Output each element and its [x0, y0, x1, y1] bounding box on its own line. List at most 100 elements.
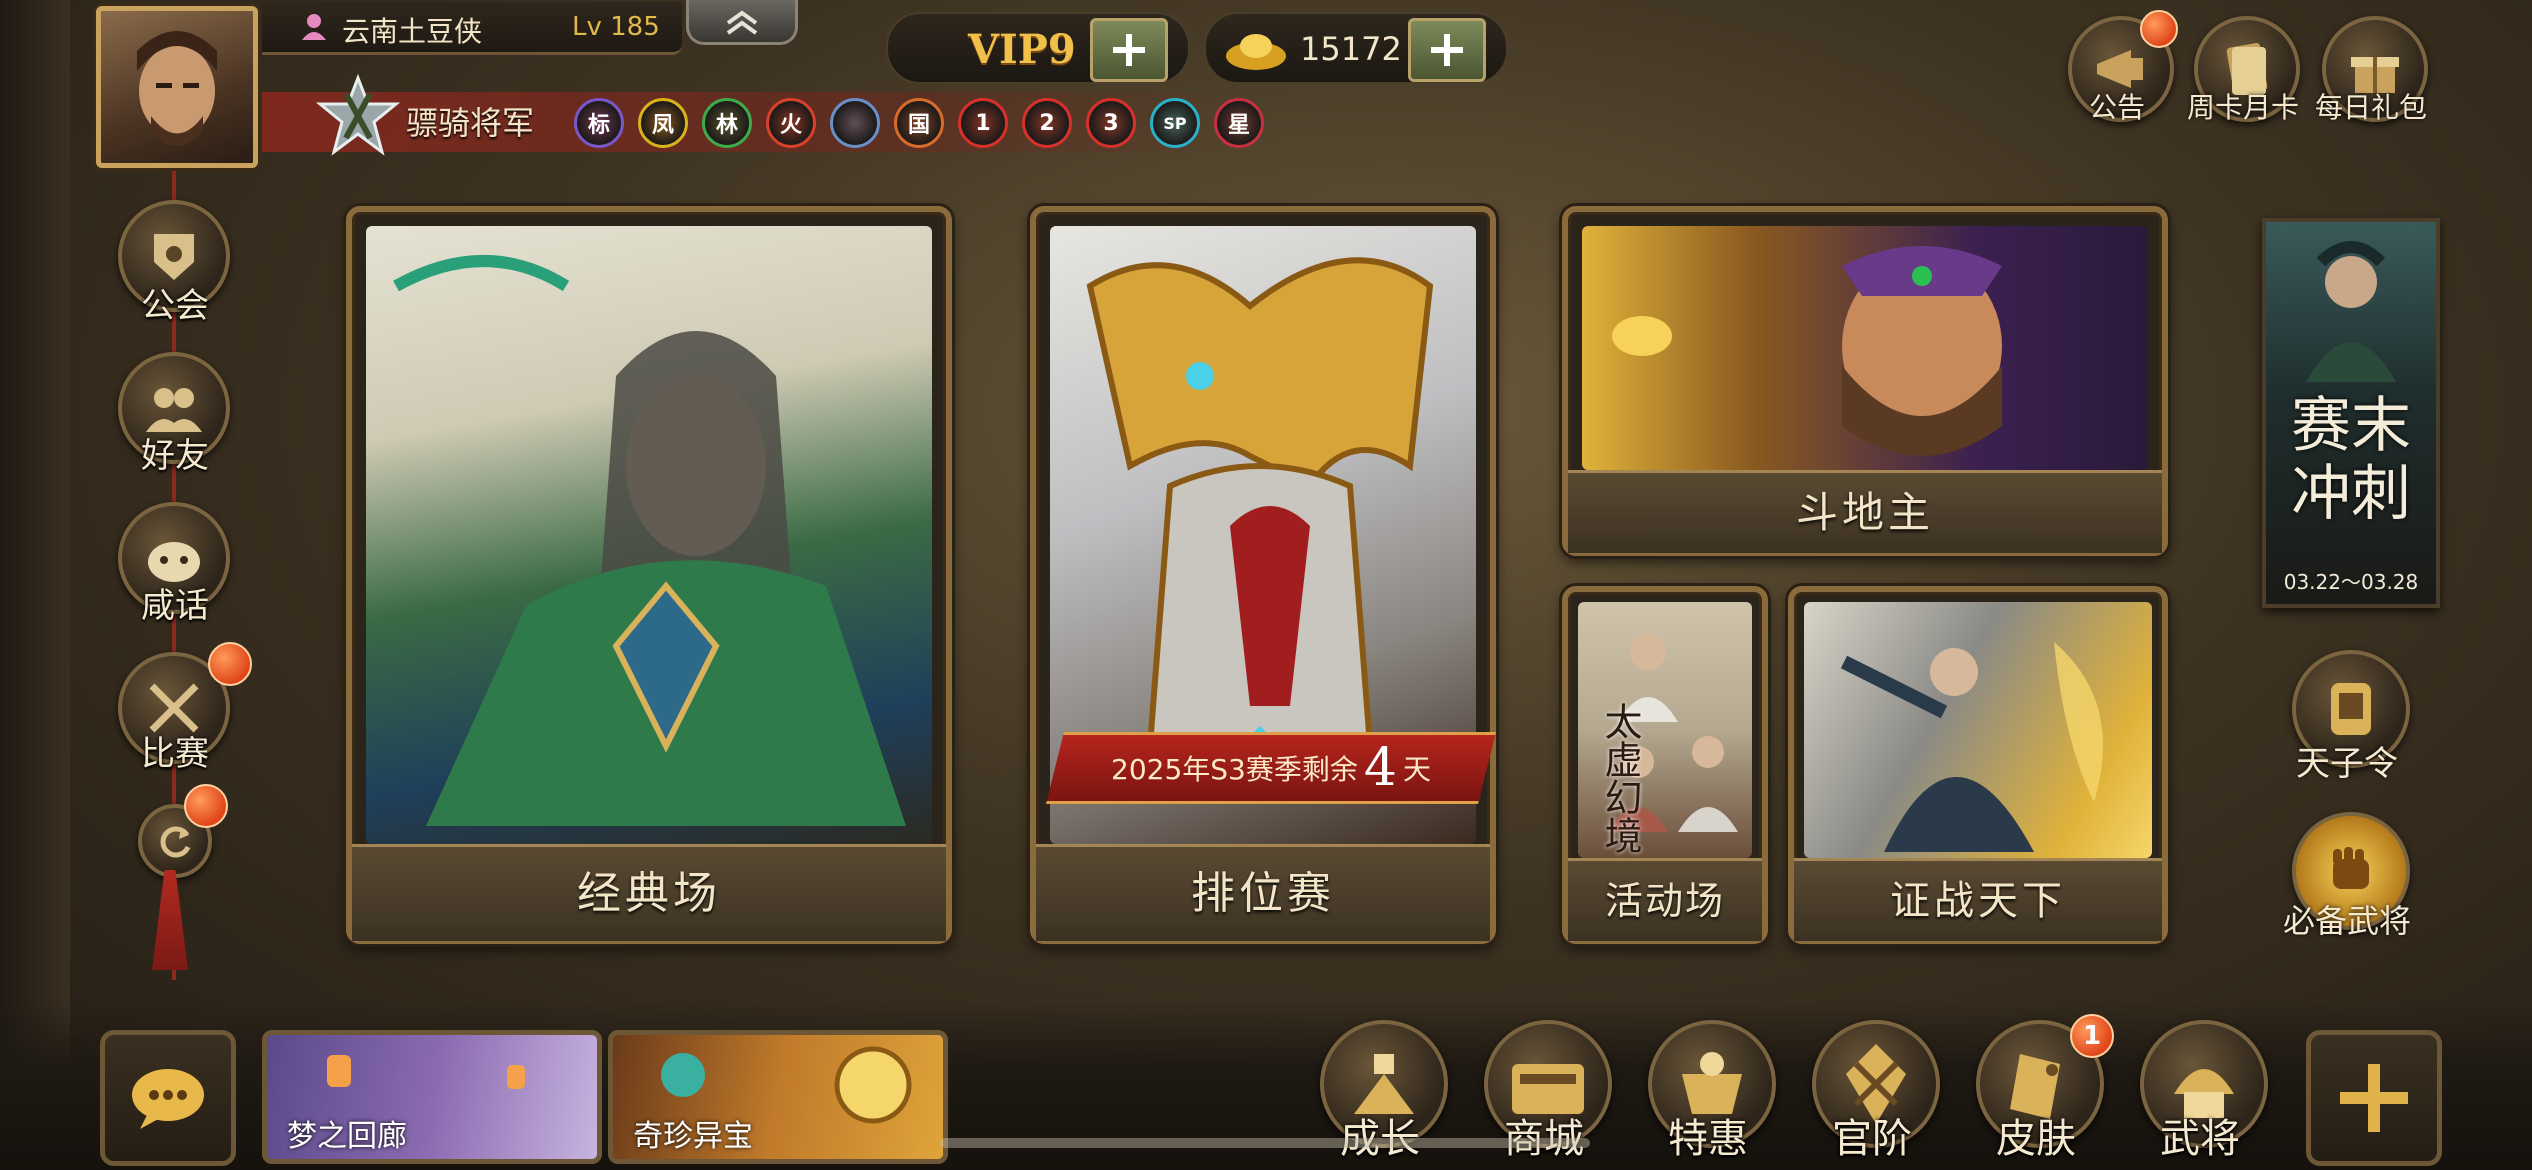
honor-badge-label: 星	[1227, 113, 1250, 138]
left-menu: 公会 好友 咸话 比赛	[110, 196, 252, 976]
nav-count: 1	[2082, 1021, 2102, 1051]
conquest-art	[1804, 602, 2152, 858]
rank-title: 骠骑将军	[406, 104, 535, 142]
season-days: 4	[1363, 738, 1397, 798]
honor-badge[interactable]: SP	[1150, 98, 1200, 148]
nav-label: 皮肤	[1996, 1116, 2076, 1162]
honor-badge-label: 2	[1039, 110, 1055, 136]
classic-mode-card[interactable]: 经典场	[346, 206, 952, 944]
nav-label: 武将	[2160, 1116, 2240, 1162]
avatar-portrait-icon	[137, 31, 217, 146]
left-frame	[0, 0, 70, 1170]
gold-ingot-icon	[1226, 34, 1286, 70]
home-indicator	[940, 1138, 1590, 1148]
honor-badge[interactable]: 凤	[638, 98, 688, 148]
dream-corridor-button[interactable]: 梦之回廊	[262, 1030, 602, 1164]
competition-notify-dot	[208, 642, 252, 686]
vip-panel[interactable]: VIP9	[886, 12, 1190, 84]
landlord-art	[1582, 226, 2148, 470]
rank-emblem-icon[interactable]	[315, 73, 401, 158]
banner-hero-icon	[2306, 241, 2396, 382]
honor-badge-label: 标	[587, 113, 610, 138]
event-label: 活动场	[1604, 879, 1725, 923]
conquest-label-plate: 证战天下	[1794, 858, 2162, 941]
honor-badge-label: SP	[1163, 113, 1187, 133]
plus-icon	[1431, 34, 1463, 66]
fist-icon	[2333, 847, 2369, 889]
gold-add-button[interactable]	[1408, 18, 1486, 82]
landlord-label-plate: 斗地主	[1568, 470, 2162, 553]
honor-badge-label: 1	[975, 110, 991, 136]
chat-bubble-icon	[132, 1069, 204, 1129]
nav-skin-button[interactable]: 皮肤 1	[1966, 1014, 2114, 1170]
tianzi-label: 天子令	[2296, 744, 2398, 784]
season-prefix: 2025年S3赛季剩余	[1111, 753, 1358, 786]
double-chevron-up-icon	[726, 10, 758, 35]
honor-badge[interactable]: 火	[766, 98, 816, 148]
honor-badge[interactable]	[830, 98, 880, 148]
honor-badge[interactable]: 标	[574, 98, 624, 148]
player-avatar[interactable]	[96, 6, 258, 168]
vip-level: VIP9	[968, 26, 1076, 73]
nav-count-badge: 1	[2070, 1014, 2114, 1058]
top-right-menu: 公告 周卡月卡 每日礼包	[2050, 10, 2450, 130]
plus-icon	[2340, 1064, 2408, 1132]
honor-badge[interactable]: 1	[958, 98, 1008, 148]
player-name: 云南土豆侠	[342, 15, 483, 48]
honor-badge-label: 凤	[651, 113, 674, 138]
classic-label-plate: 经典场	[352, 844, 946, 941]
nav-label: 成长	[1340, 1116, 1420, 1162]
event-mode-card[interactable]: 太虚幻境 活动场	[1562, 586, 1768, 944]
honor-badge[interactable]: 国	[894, 98, 944, 148]
treasure-label: 奇珍异宝	[633, 1119, 753, 1154]
honor-badges: 标 凤 林 火 国 1 2 3 SP 星	[574, 98, 1264, 148]
guild-label: 公会	[141, 286, 209, 326]
tassel	[152, 870, 188, 970]
gold-amount: 15172	[1300, 30, 1402, 68]
honor-badge[interactable]: 星	[1214, 98, 1264, 148]
honor-badge-label: 林	[715, 113, 738, 138]
player-icon	[300, 12, 328, 40]
season-suffix: 天	[1402, 753, 1431, 786]
conquest-mode-card[interactable]: 证战天下	[1788, 586, 2168, 944]
chat-button[interactable]	[100, 1030, 236, 1166]
classic-hero-art-icon	[393, 255, 906, 826]
banner-dates: 03.22～03.28	[2283, 570, 2419, 594]
nav-rank-button[interactable]: 官阶	[1802, 1020, 1942, 1170]
conquest-hero-art-icon	[1840, 642, 2103, 852]
announcement-notify-dot	[2140, 10, 2178, 48]
player-level: Lv 185	[572, 12, 660, 42]
collapse-button[interactable]	[686, 0, 798, 45]
ranked-mode-card[interactable]: 2025年S3赛季剩余 4 天 排位赛	[1030, 206, 1496, 944]
treasure-button[interactable]: 奇珍异宝	[608, 1030, 948, 1164]
landlord-hero-art-icon	[1612, 246, 2002, 456]
chat-bun-label: 咸话	[141, 586, 209, 626]
event-art: 太虚幻境	[1578, 602, 1752, 858]
landlord-mode-card[interactable]: 斗地主	[1562, 206, 2168, 556]
friends-label: 好友	[141, 436, 209, 476]
honor-badge[interactable]: 林	[702, 98, 752, 148]
nav-general-button[interactable]: 武将	[2130, 1020, 2270, 1170]
announcement-label: 公告	[2088, 91, 2145, 124]
expand-button[interactable]	[2306, 1030, 2442, 1166]
ranked-label: 排位赛	[1191, 868, 1335, 919]
vip-add-button[interactable]	[1090, 18, 1168, 82]
ranked-label-plate: 排位赛	[1036, 844, 1490, 941]
nav-label: 官阶	[1832, 1116, 1912, 1162]
gold-panel[interactable]: 15172	[1204, 12, 1508, 84]
banner-title: 赛末冲刺	[2291, 391, 2411, 529]
nav-deal-button[interactable]: 特惠	[1638, 1020, 1778, 1170]
competition-label: 比赛	[141, 734, 209, 774]
classic-label: 经典场	[577, 868, 721, 919]
season-ribbon: 2025年S3赛季剩余 4 天	[1046, 732, 1496, 804]
refresh-icon	[160, 826, 191, 858]
dream-corridor-label: 梦之回廊	[287, 1119, 407, 1154]
guild-icon	[154, 234, 194, 280]
honor-badge[interactable]: 2	[1022, 98, 1072, 148]
season-sprint-banner[interactable]: 赛末冲刺 03.22～03.28	[2262, 218, 2440, 608]
player-info-bar: 云南土豆侠 Lv 185	[262, 2, 682, 55]
honor-badge[interactable]: 3	[1086, 98, 1136, 148]
landlord-label: 斗地主	[1795, 488, 1934, 537]
event-art-text: 太虚幻境	[1598, 702, 1642, 854]
must-general-label: 必备武将	[2282, 902, 2411, 940]
